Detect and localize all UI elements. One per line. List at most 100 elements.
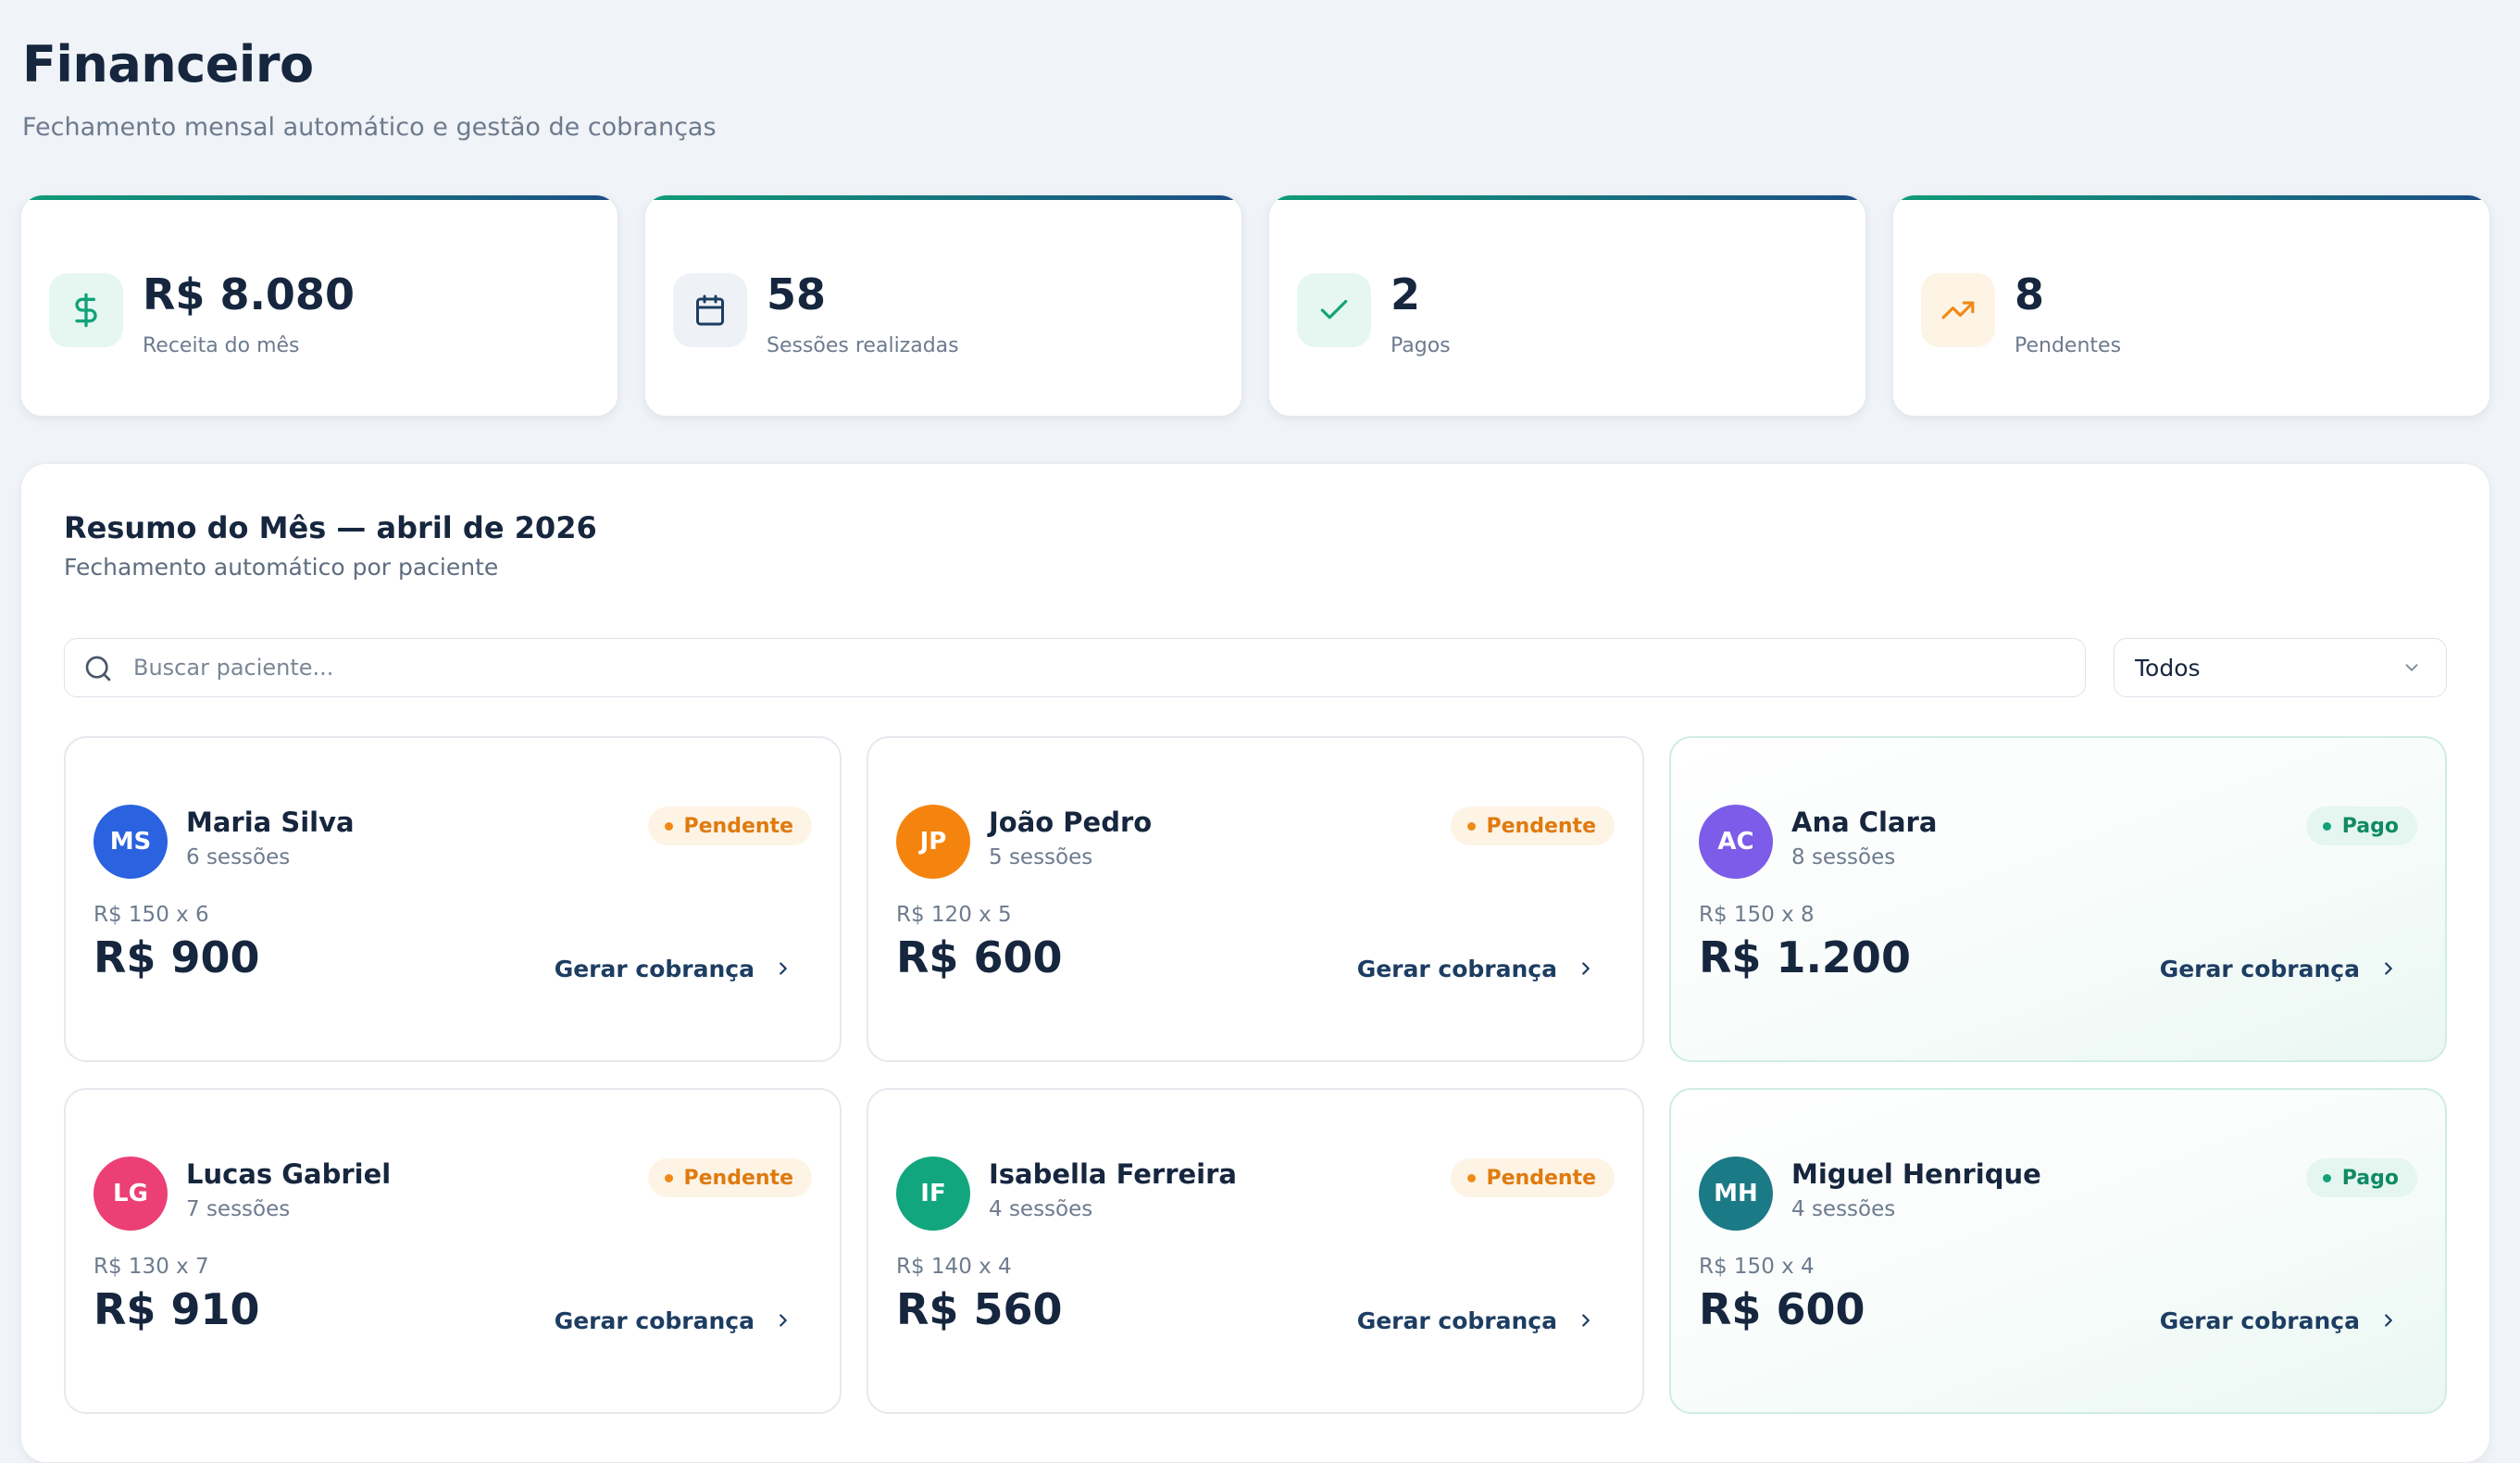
- chevron-right-icon: [2385, 962, 2392, 975]
- section-title: Resumo do Mês — abril de 2026: [64, 510, 597, 545]
- monthly-summary-panel: Resumo do Mês — abril de 2026 Fechamento…: [20, 463, 2490, 1463]
- stat-card-paid: 2 Pagos: [1268, 194, 1866, 417]
- check-icon: [1297, 273, 1371, 347]
- status-dot: [664, 821, 673, 831]
- status-badge: Pendente: [647, 807, 812, 845]
- status-text: Pendente: [1486, 814, 1596, 838]
- session-rate: R$ 140 x 4: [896, 1255, 1012, 1279]
- generate-charge-label: Gerar cobrança: [2159, 1307, 2360, 1334]
- stat-value: 58: [767, 269, 827, 319]
- patient-name: Maria Silva: [186, 807, 355, 838]
- page-subtitle: Fechamento mensal automático e gestão de…: [22, 113, 717, 142]
- status-dot: [664, 1173, 673, 1182]
- patient-sessions: 4 sessões: [989, 1197, 1093, 1221]
- status-badge: Pendente: [1450, 807, 1615, 845]
- avatar: LG: [94, 1157, 168, 1231]
- chevron-right-icon: [1582, 1314, 1590, 1327]
- stat-card-accent-bar: [1893, 195, 2489, 200]
- stat-value: 8: [2015, 269, 2045, 319]
- section-subtitle: Fechamento automático por paciente: [64, 554, 499, 581]
- chevron-right-icon: [780, 1314, 787, 1327]
- patient-total: R$ 900: [94, 932, 260, 982]
- chevron-right-icon: [1582, 962, 1590, 975]
- stat-card-sessions: 58 Sessões realizadas: [644, 194, 1242, 417]
- status-badge: Pago: [2305, 1158, 2417, 1197]
- status-dot: [1466, 1173, 1476, 1182]
- patient-card: AC Ana Clara 8 sessões Pago R$ 150 x 8 R…: [1669, 736, 2447, 1062]
- stat-card-accent-bar: [21, 195, 618, 200]
- avatar: MS: [94, 805, 168, 879]
- generate-charge-label: Gerar cobrança: [1356, 1307, 1557, 1334]
- status-text: Pago: [2341, 814, 2399, 838]
- status-text: Pendente: [1486, 1166, 1596, 1190]
- stat-label: Sessões realizadas: [767, 334, 959, 357]
- avatar: JP: [896, 805, 970, 879]
- generate-charge-button[interactable]: Gerar cobrança: [555, 950, 793, 987]
- status-dot: [1466, 821, 1476, 831]
- patient-name: Miguel Henrique: [1791, 1158, 2041, 1190]
- search-input[interactable]: [131, 639, 2070, 696]
- status-dot: [2322, 821, 2331, 831]
- stat-card-revenue: R$ 8.080 Receita do mês: [20, 194, 618, 417]
- search-icon: [85, 656, 111, 681]
- patient-card: MS Maria Silva 6 sessões Pendente R$ 150…: [64, 736, 842, 1062]
- status-badge: Pendente: [647, 1158, 812, 1197]
- status-text: Pago: [2341, 1166, 2399, 1190]
- chevron-right-icon: [2385, 1314, 2392, 1327]
- status-badge: Pago: [2305, 807, 2417, 845]
- patient-total: R$ 600: [896, 932, 1063, 982]
- status-dot: [2322, 1173, 2331, 1182]
- calendar-icon: [673, 273, 747, 347]
- avatar: IF: [896, 1157, 970, 1231]
- patient-sessions: 5 sessões: [989, 845, 1093, 869]
- session-rate: R$ 150 x 8: [1699, 903, 1815, 927]
- stat-value: R$ 8.080: [143, 269, 355, 319]
- avatar: AC: [1699, 805, 1773, 879]
- patient-card: LG Lucas Gabriel 7 sessões Pendente R$ 1…: [64, 1088, 842, 1414]
- stat-card-accent-bar: [645, 195, 1241, 200]
- patient-total: R$ 600: [1699, 1284, 1865, 1334]
- chevron-right-icon: [780, 962, 787, 975]
- generate-charge-label: Gerar cobrança: [554, 1307, 755, 1334]
- patient-total: R$ 910: [94, 1284, 260, 1334]
- avatar: MH: [1699, 1157, 1773, 1231]
- patient-total: R$ 560: [896, 1284, 1063, 1334]
- stat-value: 2: [1391, 269, 1421, 319]
- page-title: Financeiro: [22, 35, 314, 94]
- search-box: [64, 638, 2086, 697]
- status-filter-value: Todos: [2135, 655, 2201, 681]
- generate-charge-button[interactable]: Gerar cobrança: [1357, 950, 1596, 987]
- trending-up-icon: [1921, 273, 1995, 347]
- status-text: Pendente: [683, 1166, 793, 1190]
- session-rate: R$ 150 x 4: [1699, 1255, 1815, 1279]
- generate-charge-label: Gerar cobrança: [1356, 955, 1557, 982]
- stat-card-accent-bar: [1269, 195, 1865, 200]
- session-rate: R$ 130 x 7: [94, 1255, 209, 1279]
- stat-label: Receita do mês: [143, 334, 300, 357]
- generate-charge-button[interactable]: Gerar cobrança: [555, 1302, 793, 1339]
- generate-charge-button[interactable]: Gerar cobrança: [2160, 1302, 2399, 1339]
- status-text: Pendente: [683, 814, 793, 838]
- patient-card: JP João Pedro 5 sessões Pendente R$ 120 …: [867, 736, 1644, 1062]
- patient-name: Isabella Ferreira: [989, 1158, 1237, 1190]
- stat-card-pending: 8 Pendentes: [1892, 194, 2490, 417]
- generate-charge-button[interactable]: Gerar cobrança: [1357, 1302, 1596, 1339]
- patient-sessions: 4 sessões: [1791, 1197, 1896, 1221]
- session-rate: R$ 150 x 6: [94, 903, 209, 927]
- patient-total: R$ 1.200: [1699, 932, 1911, 982]
- chevron-down-icon: [2405, 664, 2418, 671]
- generate-charge-label: Gerar cobrança: [554, 955, 755, 982]
- generate-charge-button[interactable]: Gerar cobrança: [2160, 950, 2399, 987]
- patient-card: IF Isabella Ferreira 4 sessões Pendente …: [867, 1088, 1644, 1414]
- patient-sessions: 6 sessões: [186, 845, 291, 869]
- patient-card: MH Miguel Henrique 4 sessões Pago R$ 150…: [1669, 1088, 2447, 1414]
- status-filter-select[interactable]: Todos: [2114, 638, 2447, 697]
- patient-name: João Pedro: [989, 807, 1153, 838]
- patient-name: Lucas Gabriel: [186, 1158, 392, 1190]
- financeiro-page: Financeiro Fechamento mensal automático …: [0, 0, 2520, 1463]
- dollar-icon: [49, 273, 123, 347]
- session-rate: R$ 120 x 5: [896, 903, 1012, 927]
- status-badge: Pendente: [1450, 1158, 1615, 1197]
- patient-sessions: 7 sessões: [186, 1197, 291, 1221]
- stat-label: Pendentes: [2015, 334, 2122, 357]
